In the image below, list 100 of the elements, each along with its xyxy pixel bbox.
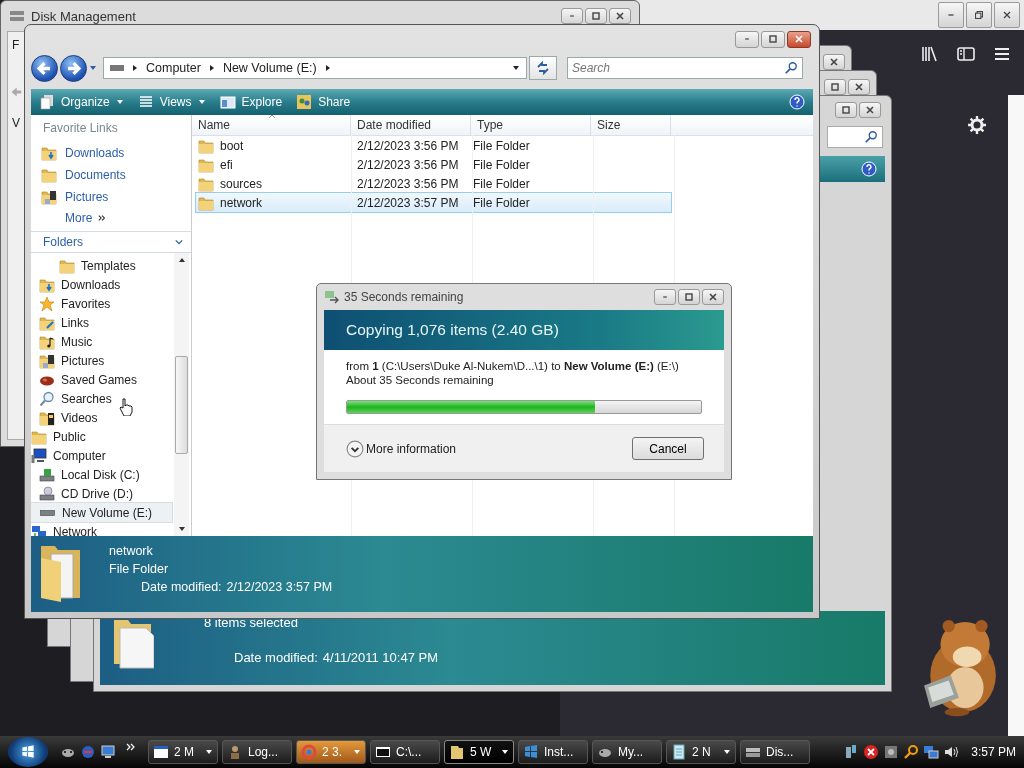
close-button[interactable]: [787, 30, 811, 48]
tree-item[interactable]: Saved Games: [31, 370, 174, 389]
sidebar-icon[interactable]: [956, 44, 976, 64]
chevron-icon: [132, 64, 138, 72]
toolbar-button[interactable]: Share: [296, 94, 351, 110]
taskbar-button[interactable]: 5 W: [444, 740, 514, 764]
search-field[interactable]: [827, 126, 883, 148]
network-icon[interactable]: [923, 744, 940, 760]
computer-icon: [31, 447, 47, 464]
taskbar-button[interactable]: 2 3.: [296, 740, 366, 764]
minimize-button[interactable]: [654, 289, 676, 305]
file-row[interactable]: network 2/12/2023 3:57 PM File Folder: [196, 193, 671, 212]
maximize-button[interactable]: [835, 102, 857, 118]
refresh-button[interactable]: [529, 56, 557, 80]
minimize-button[interactable]: [735, 30, 759, 48]
tree-item[interactable]: Links: [31, 313, 174, 332]
tray-icon[interactable]: [883, 744, 900, 760]
taskbar-button[interactable]: Inst...: [518, 740, 588, 764]
file-row[interactable]: sources 2/12/2023 3:56 PM File Folder: [196, 174, 671, 193]
column-header[interactable]: Type: [471, 115, 591, 135]
tree-item[interactable]: Searches: [31, 389, 174, 408]
tree-item[interactable]: Public: [31, 427, 174, 446]
tree-item[interactable]: Local Disk (C:): [31, 465, 174, 484]
toolbar-button[interactable]: Organize: [39, 94, 124, 110]
maximize-button[interactable]: [678, 289, 700, 305]
back-button[interactable]: [31, 54, 58, 82]
close-button[interactable]: [609, 8, 631, 24]
toolbar-button[interactable]: Views: [137, 94, 206, 110]
tree-item[interactable]: Network: [31, 522, 174, 536]
monitor-icon[interactable]: [100, 744, 116, 760]
search-icon: [784, 61, 798, 75]
file-row[interactable]: efi 2/12/2023 3:56 PM File Folder: [196, 155, 671, 174]
taskbar-button[interactable]: C:\...: [370, 740, 440, 764]
notepad-icon: [671, 744, 687, 760]
copy-heading: Copying 1,076 items (2.40 GB): [346, 321, 559, 339]
tree-item[interactable]: Templates: [31, 256, 174, 275]
help-icon[interactable]: [789, 94, 805, 110]
taskbar-button[interactable]: Log...: [222, 740, 292, 764]
scrollbar[interactable]: [1008, 95, 1024, 736]
library-icon[interactable]: [920, 44, 940, 64]
close-button[interactable]: [823, 54, 845, 70]
minimize-icon: [662, 296, 668, 298]
column-header[interactable]: Date modified: [351, 115, 471, 135]
scroll-thumb[interactable]: [175, 356, 188, 454]
help-icon[interactable]: [861, 161, 877, 177]
double-chevron-icon[interactable]: [126, 742, 136, 752]
menu-item[interactable]: F: [12, 38, 20, 52]
hand-cursor-icon: [119, 398, 133, 416]
tree-item[interactable]: Music: [31, 332, 174, 351]
more-information-toggle[interactable]: More information: [346, 439, 457, 458]
tree-item[interactable]: CD Drive (D:): [31, 484, 174, 503]
maximize-button[interactable]: [585, 8, 607, 24]
clock[interactable]: 3:57 PM: [971, 745, 1016, 759]
volume-icon[interactable]: [943, 744, 960, 760]
scroll-up-icon[interactable]: [177, 256, 186, 264]
flag-icon: [523, 744, 539, 760]
search-field[interactable]: Search: [567, 57, 803, 79]
forward-button[interactable]: [60, 54, 87, 82]
more-link[interactable]: More: [41, 211, 191, 225]
tree-item[interactable]: Pictures: [31, 351, 174, 370]
taskbar-button[interactable]: My...: [592, 740, 662, 764]
tree-item[interactable]: Favorites: [31, 294, 174, 313]
tree-item[interactable]: New Volume (E:): [31, 503, 172, 522]
favorite-link[interactable]: Downloads: [41, 145, 191, 161]
shield-icon[interactable]: [863, 744, 880, 760]
column-header[interactable]: Name: [192, 115, 351, 135]
folder-icon: [198, 137, 214, 154]
close-icon: [1003, 11, 1011, 19]
settings-icon[interactable]: [967, 115, 987, 135]
maximize-icon: [685, 293, 693, 301]
start-button[interactable]: [8, 737, 48, 767]
cd-drive-icon: [39, 485, 55, 502]
scrollbar[interactable]: [174, 253, 189, 536]
cancel-button[interactable]: Cancel: [632, 437, 704, 460]
tree-item[interactable]: Computer: [31, 446, 174, 465]
taskbar-button[interactable]: 2 M: [148, 740, 218, 764]
column-header[interactable]: Size: [591, 115, 671, 135]
history-dropdown-icon[interactable]: [89, 64, 97, 72]
close-button[interactable]: [859, 102, 881, 118]
file-row[interactable]: boot 2/12/2023 3:56 PM File Folder: [196, 136, 671, 155]
address-bar[interactable]: Computer New Volume (E:): [103, 57, 527, 79]
close-icon: [855, 83, 863, 91]
toolbar-button[interactable]: Explore: [219, 94, 283, 110]
maximize-button[interactable]: [761, 30, 785, 48]
folders-header[interactable]: Folders: [31, 231, 191, 253]
close-button[interactable]: [848, 79, 870, 95]
tree-item[interactable]: Downloads: [31, 275, 174, 294]
close-button[interactable]: [702, 289, 724, 305]
restore-button[interactable]: [966, 2, 992, 28]
column-header[interactable]: V: [12, 116, 20, 130]
scroll-down-icon[interactable]: [177, 525, 186, 533]
minimize-button[interactable]: [561, 8, 583, 24]
double-chevron-icon: [98, 214, 107, 222]
tree-item[interactable]: Videos: [31, 408, 174, 427]
favorite-link[interactable]: Documents: [41, 167, 191, 183]
magnifier-icon[interactable]: [903, 744, 920, 760]
favorite-link[interactable]: Pictures: [41, 189, 191, 205]
maximize-button[interactable]: [824, 79, 846, 95]
taskbar-button[interactable]: Dis...: [740, 740, 810, 764]
taskbar-button[interactable]: 2 N: [666, 740, 736, 764]
